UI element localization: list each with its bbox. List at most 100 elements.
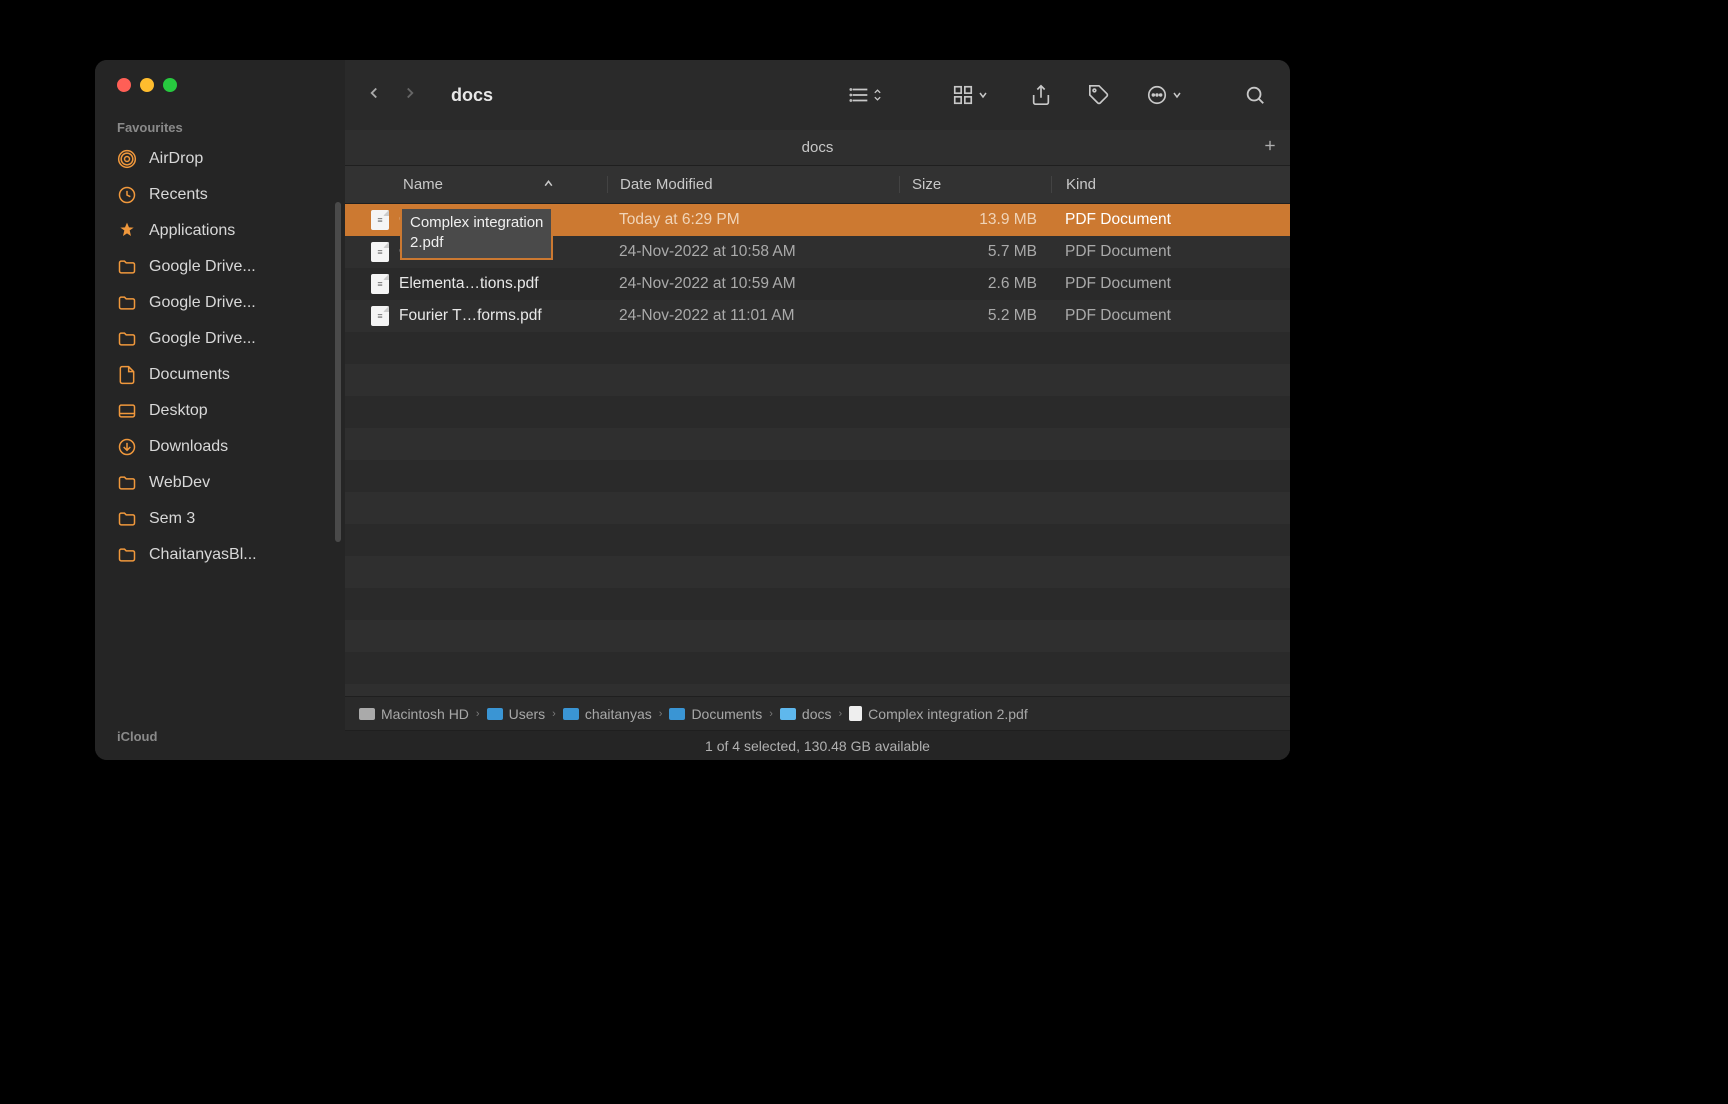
file-row[interactable]: Fourier T…forms.pdf 24-Nov-2022 at 11:01 … xyxy=(345,300,1290,332)
path-segment[interactable]: chaitanyas xyxy=(563,706,652,722)
tab-bar: docs xyxy=(345,130,1290,166)
file-name: Fourier T…forms.pdf xyxy=(399,307,542,325)
path-label: Documents xyxy=(691,706,762,722)
sidebar-item-label: ChaitanyasBl... xyxy=(149,546,257,564)
sidebar-item-label: Recents xyxy=(149,186,208,204)
sidebar-item-recents[interactable]: Recents xyxy=(95,177,345,213)
sidebar-item-label: Google Drive... xyxy=(149,258,256,276)
folder-icon xyxy=(669,708,685,720)
path-label: Complex integration 2.pdf xyxy=(868,706,1028,722)
column-header-size[interactable]: Size xyxy=(899,176,1051,193)
forward-button[interactable] xyxy=(401,84,419,107)
sidebar-item-sem3[interactable]: Sem 3 xyxy=(95,501,345,537)
sidebar-item-label: AirDrop xyxy=(149,150,203,168)
new-tab-button[interactable] xyxy=(1262,137,1278,158)
file-size: 5.7 MB xyxy=(899,243,1051,261)
finder-window: Favourites AirDrop Recents Applications Goo… xyxy=(95,60,1290,760)
sidebar-item-chaitanyas[interactable]: ChaitanyasBl... xyxy=(95,537,345,573)
chevron-right-icon: › xyxy=(552,708,556,720)
sidebar-item-label: Sem 3 xyxy=(149,510,195,528)
filename-tooltip: Complex integration2.pdf xyxy=(400,207,553,260)
sidebar-item-label: WebDev xyxy=(149,474,210,492)
content-pane: docs xyxy=(345,60,1290,760)
path-segment[interactable]: docs xyxy=(780,706,832,722)
file-date: 24-Nov-2022 at 11:01 AM xyxy=(607,307,899,325)
pdf-file-icon xyxy=(371,242,389,262)
sidebar-item-label: Applications xyxy=(149,222,235,240)
window-title: docs xyxy=(451,85,493,106)
folder-icon xyxy=(117,329,137,349)
minimize-window-button[interactable] xyxy=(140,78,154,92)
chevron-right-icon: › xyxy=(839,708,843,720)
folder-icon xyxy=(117,509,137,529)
path-segment[interactable]: Users xyxy=(487,706,546,722)
sidebar-item-desktop[interactable]: Desktop xyxy=(95,393,345,429)
pdf-file-icon xyxy=(371,210,389,230)
sidebar-item-airdrop[interactable]: AirDrop xyxy=(95,141,345,177)
view-mode-button[interactable] xyxy=(845,80,886,110)
sidebar-item-downloads[interactable]: Downloads xyxy=(95,429,345,465)
path-label: chaitanyas xyxy=(585,706,652,722)
status-bar: 1 of 4 selected, 130.48 GB available xyxy=(345,730,1290,760)
sidebar-item-label: Downloads xyxy=(149,438,228,456)
sidebar-item-label: Documents xyxy=(149,366,230,384)
column-header-kind[interactable]: Kind xyxy=(1051,176,1290,193)
sidebar-item-webdev[interactable]: WebDev xyxy=(95,465,345,501)
group-by-button[interactable] xyxy=(948,80,992,110)
sidebar-item-documents[interactable]: Documents xyxy=(95,357,345,393)
folder-icon xyxy=(117,545,137,565)
file-size: 2.6 MB xyxy=(899,275,1051,293)
sidebar: Favourites AirDrop Recents Applications Goo… xyxy=(95,60,345,760)
folder-icon xyxy=(487,708,503,720)
clock-icon xyxy=(117,185,137,205)
airdrop-icon xyxy=(117,149,137,169)
chevron-right-icon: › xyxy=(659,708,663,720)
chevron-right-icon: › xyxy=(769,708,773,720)
path-segment[interactable]: Macintosh HD xyxy=(359,706,469,722)
tab-docs[interactable]: docs xyxy=(345,133,1290,162)
toolbar: docs xyxy=(345,60,1290,130)
path-bar: Macintosh HD › Users › chaitanyas › Documents ›… xyxy=(345,696,1290,730)
close-window-button[interactable] xyxy=(117,78,131,92)
file-kind: PDF Document xyxy=(1051,275,1290,293)
path-label: Users xyxy=(509,706,546,722)
folder-icon xyxy=(117,293,137,313)
column-header-date[interactable]: Date Modified xyxy=(607,176,899,193)
column-header-name[interactable]: Name xyxy=(345,176,607,193)
actions-button[interactable] xyxy=(1142,80,1186,110)
path-label: Macintosh HD xyxy=(381,706,469,722)
sidebar-item-gdrive1[interactable]: Google Drive... xyxy=(95,249,345,285)
applications-icon xyxy=(117,221,137,241)
search-button[interactable] xyxy=(1240,80,1270,110)
file-row[interactable]: Complex in…pdfComplex integration2.pdfTo… xyxy=(345,204,1290,236)
file-list: Complex in…pdfComplex integration2.pdfTo… xyxy=(345,204,1290,696)
sidebar-item-gdrive2[interactable]: Google Drive... xyxy=(95,285,345,321)
file-row[interactable]: Elementa…tions.pdf 24-Nov-2022 at 10:59 A… xyxy=(345,268,1290,300)
sidebar-item-label: Desktop xyxy=(149,402,208,420)
disk-icon xyxy=(359,708,375,720)
file-date: Today at 6:29 PM xyxy=(607,211,899,229)
sidebar-item-gdrive3[interactable]: Google Drive... xyxy=(95,321,345,357)
file-date: 24-Nov-2022 at 10:59 AM xyxy=(607,275,899,293)
folder-icon xyxy=(780,708,796,720)
maximize-window-button[interactable] xyxy=(163,78,177,92)
folder-icon xyxy=(563,708,579,720)
tags-button[interactable] xyxy=(1084,80,1114,110)
document-icon xyxy=(117,365,137,385)
file-name: Elementa…tions.pdf xyxy=(399,275,539,293)
share-button[interactable] xyxy=(1026,80,1056,110)
sidebar-section-icloud: iCloud xyxy=(95,727,345,760)
pdf-file-icon xyxy=(371,306,389,326)
sidebar-item-applications[interactable]: Applications xyxy=(95,213,345,249)
file-kind: PDF Document xyxy=(1051,211,1290,229)
nav-controls xyxy=(365,84,419,107)
path-segment[interactable]: Complex integration 2.pdf xyxy=(849,706,1028,722)
back-button[interactable] xyxy=(365,84,383,107)
path-segment[interactable]: Documents xyxy=(669,706,762,722)
window-controls xyxy=(95,78,345,118)
file-icon xyxy=(849,706,862,721)
file-kind: PDF Document xyxy=(1051,243,1290,261)
sidebar-scrollbar[interactable] xyxy=(335,202,341,542)
file-size: 5.2 MB xyxy=(899,307,1051,325)
sidebar-section-favourites: Favourites xyxy=(95,118,345,141)
